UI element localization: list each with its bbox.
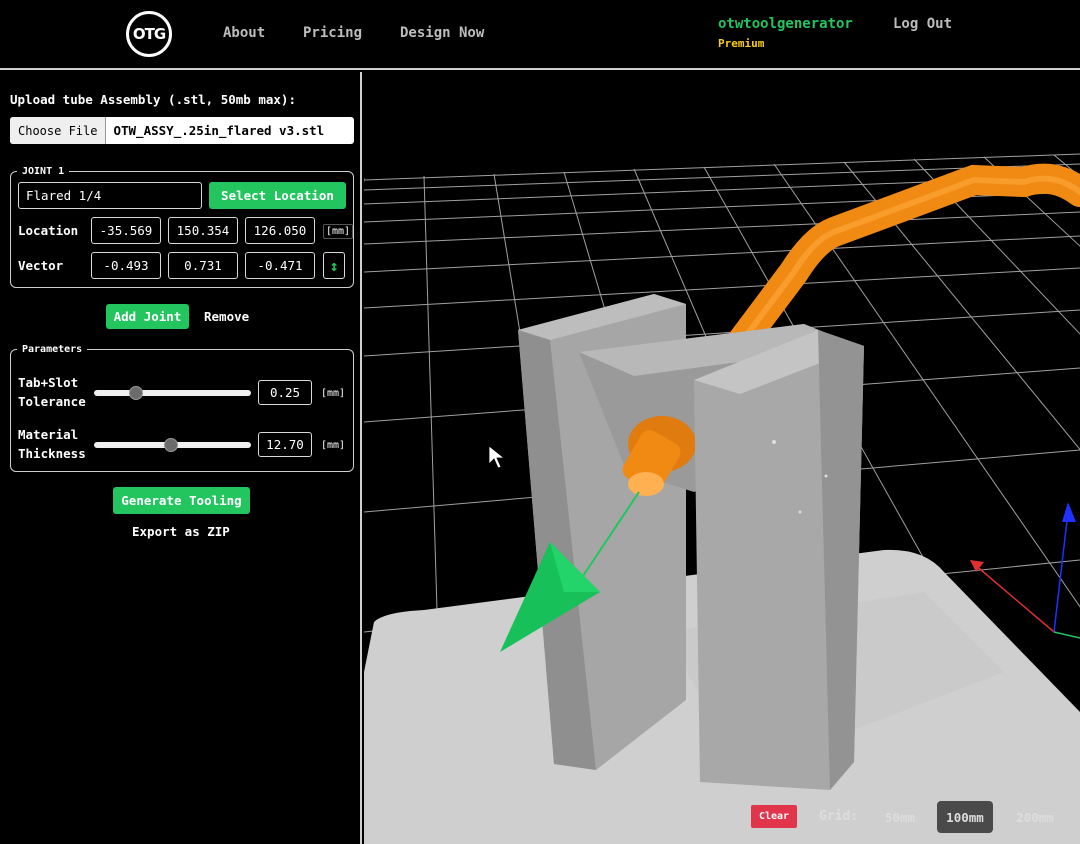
premium-badge: Premium: [718, 37, 765, 50]
thickness-slider-thumb[interactable]: [163, 438, 178, 452]
tolerance-label-line1: Tab+Slot: [18, 375, 79, 390]
export-zip-button[interactable]: Export as ZIP: [132, 524, 230, 539]
grid-option-200mm[interactable]: 200mm: [1004, 801, 1066, 833]
nav-link-design-now[interactable]: Design Now: [400, 25, 484, 41]
grid-option-100mm[interactable]: 100mm: [937, 801, 993, 833]
remove-joint-button[interactable]: Remove: [204, 309, 249, 324]
joint-legend: JOINT 1: [22, 166, 65, 177]
parameters-legend: Parameters: [22, 344, 83, 355]
thickness-label-line1: Material: [18, 427, 79, 442]
3d-viewport[interactable]: Clear Grid: 50mm 100mm 200mm: [364, 72, 1080, 844]
file-upload[interactable]: Choose File OTW_ASSY_.25in_flared v3.stl: [10, 117, 354, 144]
thickness-unit: [mm]: [321, 440, 346, 451]
file-name: OTW_ASSY_.25in_flared v3.stl: [113, 123, 325, 138]
vector-z-input[interactable]: -0.471: [245, 252, 315, 279]
thickness-value[interactable]: 12.70: [258, 432, 312, 457]
vector-x-input[interactable]: -0.493: [91, 252, 161, 279]
upload-label: Upload tube Assembly (.stl, 50mb max):: [10, 92, 296, 107]
tolerance-unit: [mm]: [321, 388, 346, 399]
top-nav: OTG About Pricing Design Now otwtoolgene…: [0, 0, 1080, 70]
mouse-cursor-icon: [488, 445, 506, 469]
username[interactable]: otwtoolgenerator: [718, 16, 853, 32]
otg-logo-icon[interactable]: OTG: [126, 11, 172, 57]
location-y-input[interactable]: 150.354: [168, 217, 238, 244]
scene-render: [364, 153, 1080, 844]
tolerance-label-line2: Tolerance: [18, 394, 86, 409]
thickness-slider[interactable]: [94, 438, 251, 452]
grid-label: Grid:: [819, 809, 859, 824]
choose-file-button[interactable]: Choose File: [10, 117, 107, 144]
logout-link[interactable]: Log Out: [893, 16, 952, 32]
nav-link-pricing[interactable]: Pricing: [303, 25, 362, 41]
vector-y-input[interactable]: 0.731: [168, 252, 238, 279]
sidebar: Upload tube Assembly (.stl, 50mb max): C…: [0, 72, 362, 844]
tolerance-value[interactable]: 0.25: [258, 380, 312, 405]
add-joint-button[interactable]: Add Joint: [106, 304, 189, 329]
location-label: Location: [18, 223, 79, 238]
location-z-input[interactable]: 126.050: [245, 217, 315, 244]
thickness-label-line2: Thickness: [18, 446, 86, 461]
grid-option-50mm[interactable]: 50mm: [872, 801, 928, 833]
generate-tooling-button[interactable]: Generate Tooling: [113, 487, 250, 514]
clear-button[interactable]: Clear: [751, 805, 797, 828]
joint-type-input[interactable]: Flared 1/4: [18, 182, 202, 209]
flip-vector-icon[interactable]: ↕: [323, 252, 345, 279]
nav-link-about[interactable]: About: [223, 25, 265, 41]
select-location-button[interactable]: Select Location: [209, 182, 346, 209]
tolerance-slider[interactable]: [94, 386, 251, 400]
location-x-input[interactable]: -35.569: [91, 217, 161, 244]
location-unit: [mm]: [323, 224, 354, 239]
vector-label: Vector: [18, 258, 64, 273]
